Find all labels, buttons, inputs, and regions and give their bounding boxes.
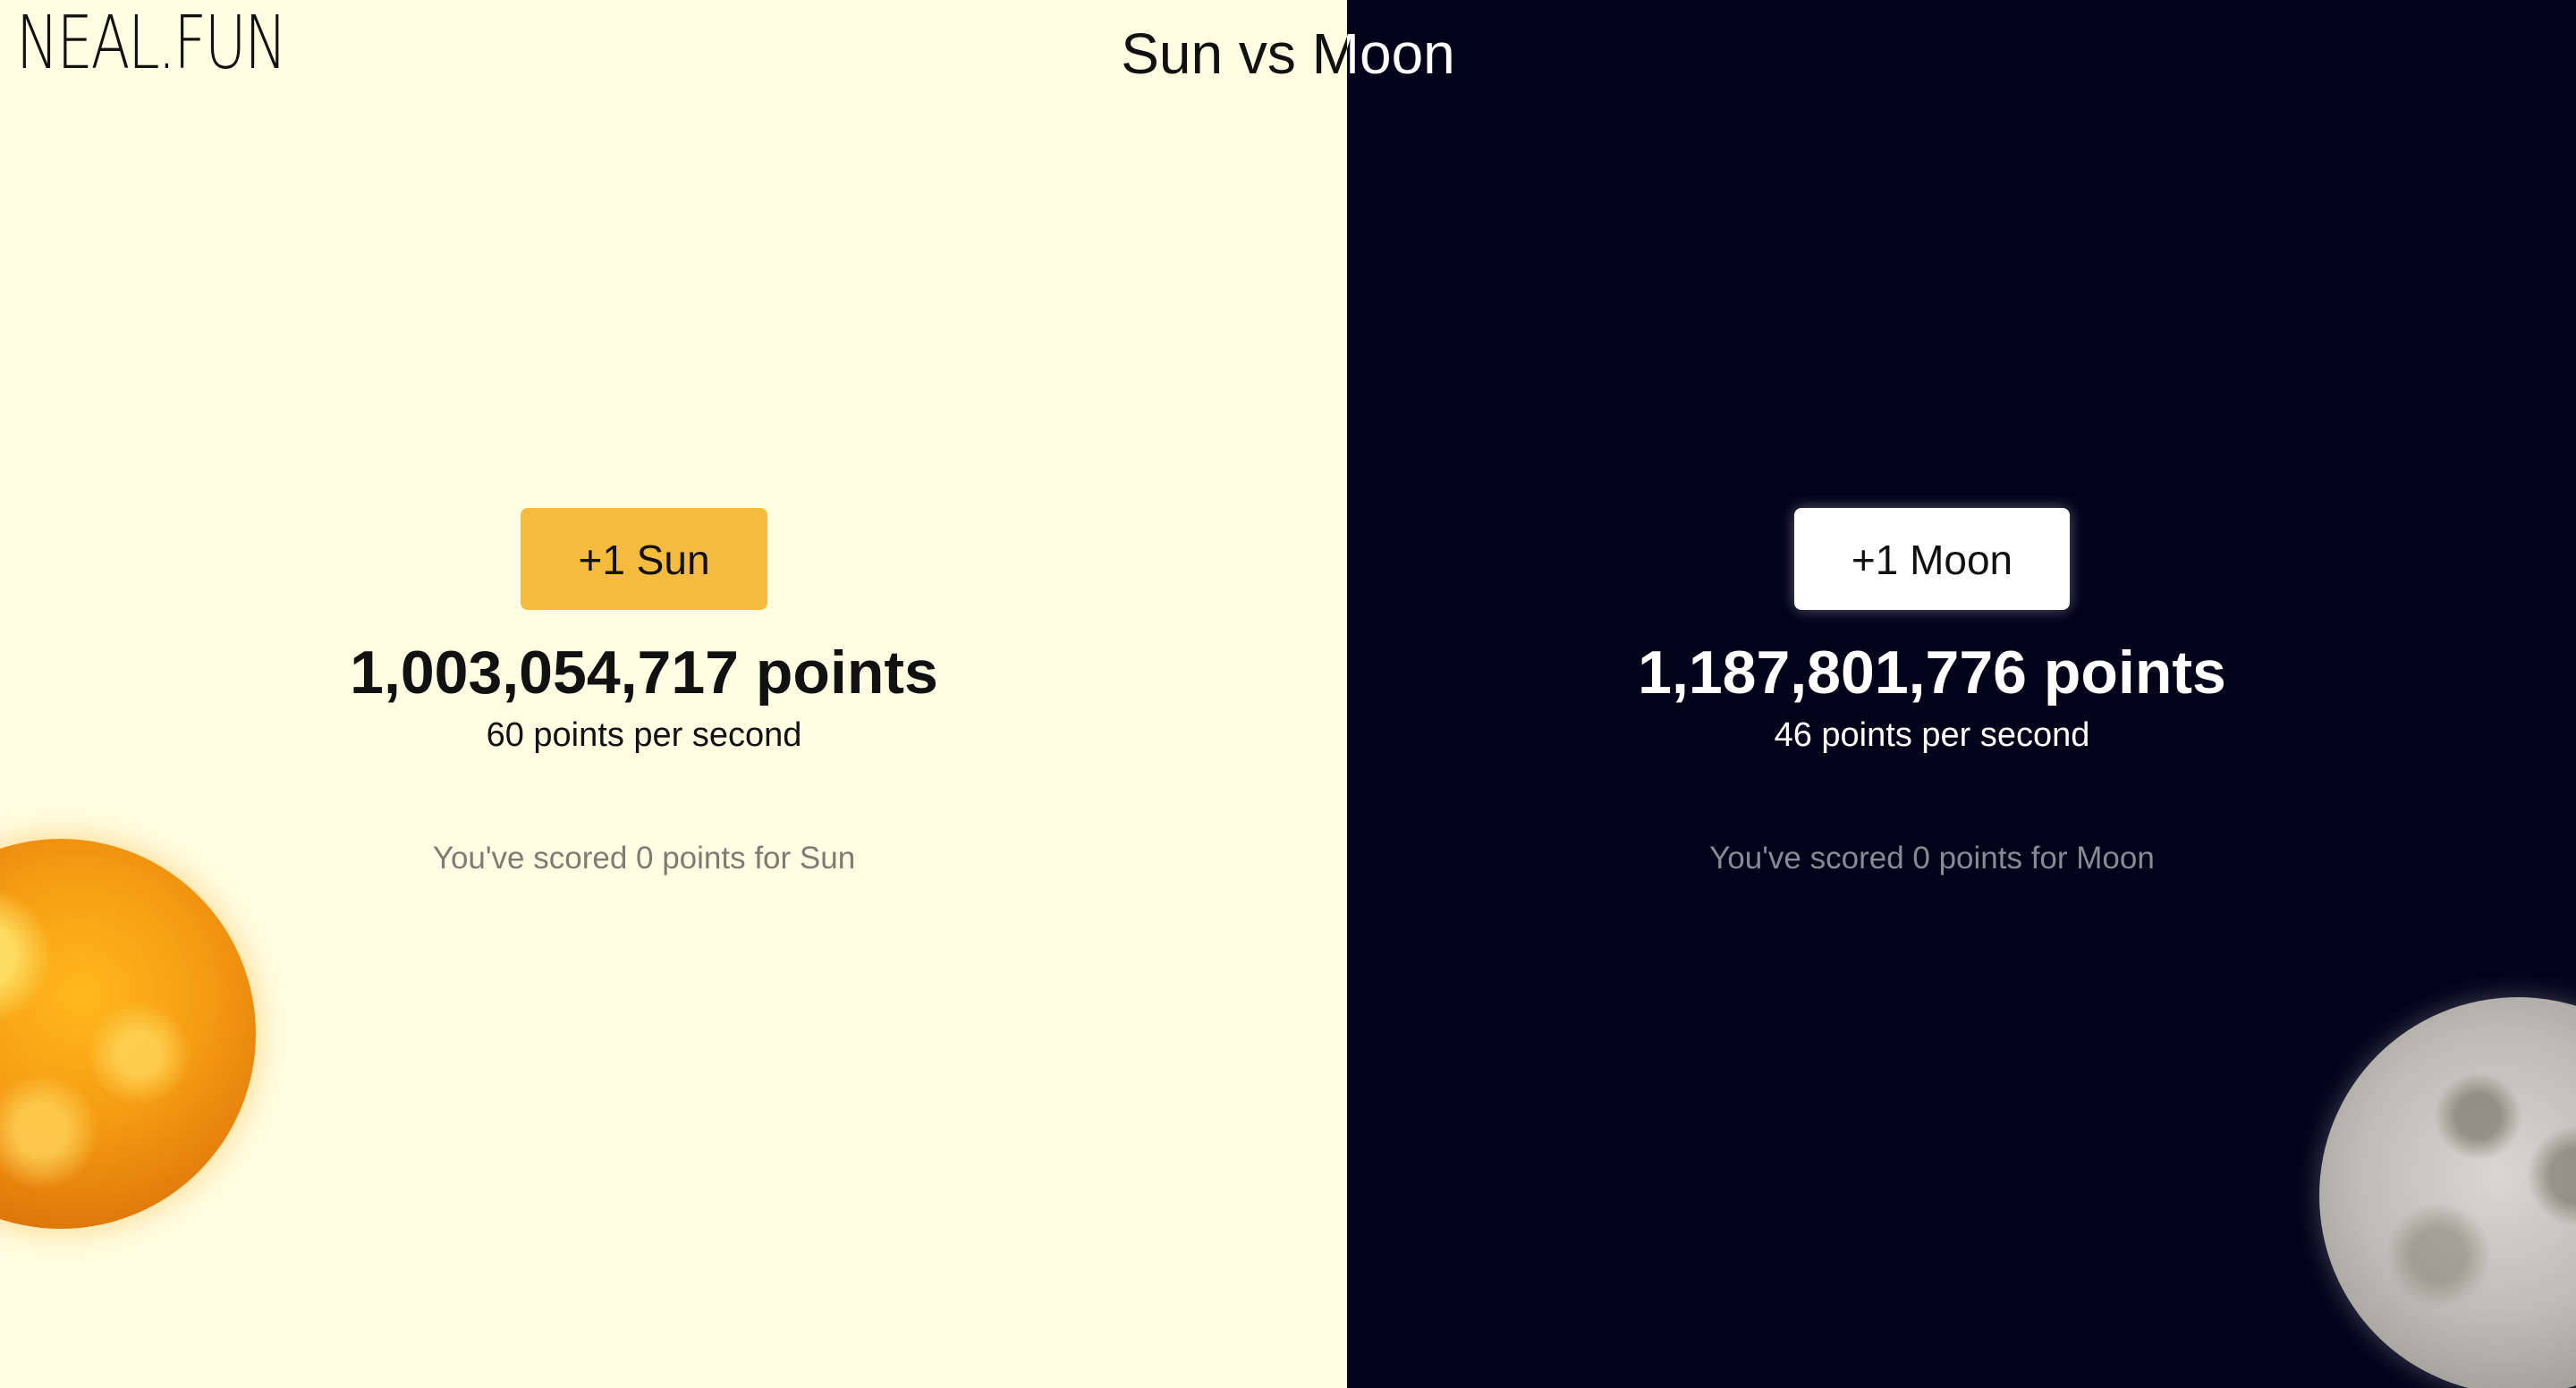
sun-column: +1 Sun 1,003,054,717 points 60 points pe… [197, 508, 1091, 878]
sun-total-points: 1,003,054,717 points [350, 639, 938, 707]
sun-user-score: You've scored 0 points for Sun [432, 841, 856, 876]
moon-user-score: You've scored 0 points for Moon [1709, 841, 2155, 876]
moon-points-rate: 46 points per second [1774, 716, 2090, 754]
page: NEAL.FUN Sun vs Moon Sun vs Moon +1 Sun … [0, 0, 2576, 1388]
moon-total-points: 1,187,801,776 points [1638, 639, 2226, 707]
moon-image [2319, 997, 2576, 1388]
moon-column: +1 Moon 1,187,801,776 points 46 points p… [1485, 508, 2379, 878]
sun-image [0, 839, 256, 1229]
plus-one-sun-button[interactable]: +1 Sun [521, 508, 767, 610]
plus-one-moon-button[interactable]: +1 Moon [1794, 508, 2070, 610]
site-logo[interactable]: NEAL.FUN [16, 7, 287, 80]
sun-points-rate: 60 points per second [486, 716, 802, 754]
